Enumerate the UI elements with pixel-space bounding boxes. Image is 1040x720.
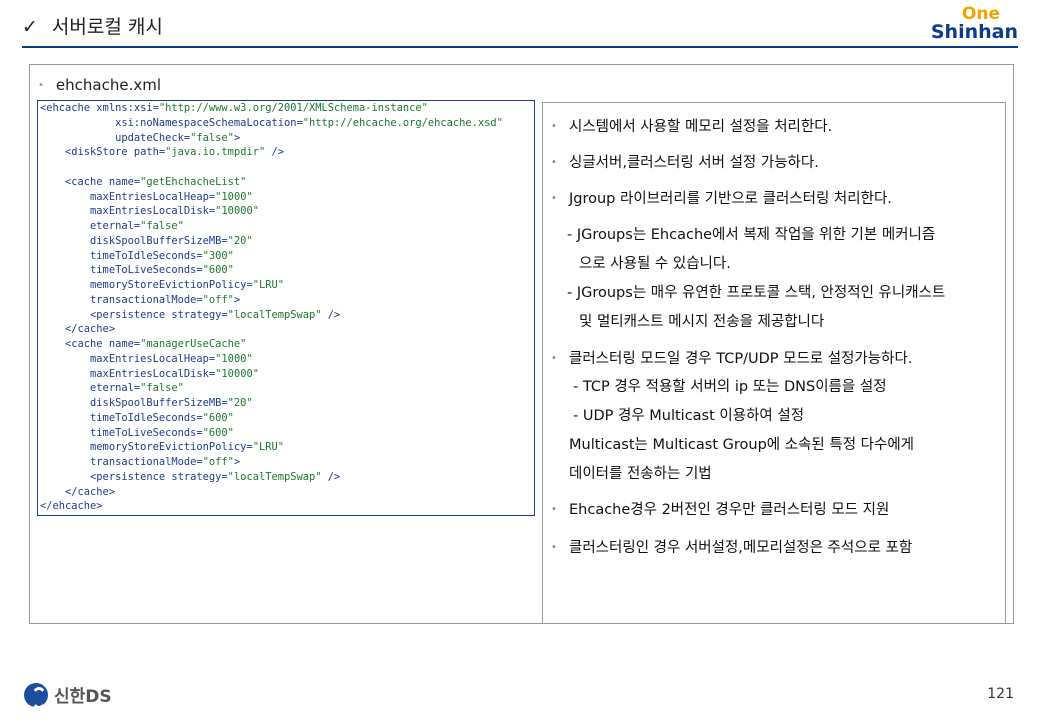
- desc-subitem: 데이터를 전송하는 기법: [569, 466, 712, 482]
- code-line: timeToIdleSeconds="300": [40, 249, 234, 262]
- code-line: <ehcache xmlns:xsi="http://www.w3.org/20…: [40, 102, 428, 114]
- slide-title: ✓ 서버로컬 캐시: [22, 12, 163, 39]
- bullet-icon: •: [551, 542, 557, 553]
- code-line: xsi:noNamespaceSchemaLocation="http://eh…: [40, 116, 503, 129]
- bullet-icon: •: [551, 121, 557, 132]
- code-line: <persistence strategy="localTempSwap" />: [40, 308, 341, 321]
- shinhan-mark-icon: [24, 682, 48, 709]
- code-line: timeToLiveSeconds="600": [40, 264, 234, 277]
- code-line: </ehcache>: [40, 500, 103, 513]
- shinhan-ds-logo: 신한DS: [24, 682, 112, 709]
- slide-title-text: 서버로컬 캐시: [51, 16, 163, 38]
- code-line: diskSpoolBufferSizeMB="20": [40, 397, 253, 409]
- desc-item: 싱글서버,클러스터링 서버 설정 가능하다.: [569, 155, 819, 171]
- desc-subitem: - JGroups는 Ehcache에서 복제 작업을 위한 기본 메커니즘: [567, 227, 936, 243]
- code-line: </cache>: [40, 485, 116, 498]
- file-title-text: ehchache.xml: [55, 76, 161, 94]
- bullet-icon: •: [551, 193, 557, 204]
- code-line: diskSpoolBufferSizeMB="20": [40, 234, 253, 247]
- desc-subitem: - TCP 경우 적용할 서버의 ip 또는 DNS이름을 설정: [573, 379, 887, 395]
- code-line: eternal="false": [40, 382, 184, 395]
- desc-subitem: 및 멀티캐스트 메시지 전송을 제공합니다: [579, 314, 825, 330]
- desc-subitem: Multicast는 Multicast Group에 소속된 특정 다수에게: [569, 437, 915, 453]
- page-number: 121: [987, 686, 1014, 702]
- footer-logo-text: 신한DS: [54, 687, 112, 707]
- desc-item: Jgroup 라이브러리를 기반으로 클러스터링 처리한다.: [569, 191, 892, 207]
- logo-shinhan: Shinhan: [930, 21, 1018, 43]
- header-divider: [22, 46, 1018, 48]
- code-line: <cache name="getEhchacheList": [40, 175, 247, 188]
- code-line: transactionalMode="off">: [40, 456, 241, 468]
- code-line: maxEntriesLocalHeap="1000": [40, 352, 253, 365]
- desc-item: 시스템에서 사용할 메모리 설정을 처리한다.: [569, 119, 833, 135]
- code-line: <cache name="managerUseCache": [40, 338, 247, 350]
- code-line: maxEntriesLocalDisk="10000": [40, 367, 259, 380]
- code-line: maxEntriesLocalDisk="10000": [40, 205, 259, 218]
- bullet-icon: •: [38, 80, 44, 91]
- desc-subitem: 으로 사용될 수 있습니다.: [579, 256, 731, 272]
- code-line: timeToIdleSeconds="600": [40, 411, 234, 424]
- check-icon: ✓: [22, 16, 38, 38]
- code-line: memoryStoreEvictionPolicy="LRU": [40, 279, 284, 291]
- bullet-icon: •: [551, 504, 557, 515]
- code-line: </cache>: [40, 323, 116, 336]
- one-shinhan-logo: One Shinhan: [931, 6, 1018, 42]
- desc-item: Ehcache경우 2버전인 경우만 클러스터링 모드 지원: [569, 502, 890, 518]
- code-line: <persistence strategy="localTempSwap" />: [40, 470, 341, 483]
- desc-subitem: - JGroups는 매우 유연한 프로토콜 스택, 안정적인 유니캐스트: [567, 285, 946, 301]
- description-panel: • 시스템에서 사용할 메모리 설정을 처리한다. • 싱글서버,클러스터링 서…: [542, 102, 1006, 624]
- code-line: memoryStoreEvictionPolicy="LRU": [40, 441, 284, 454]
- desc-item: 클러스터링 모드일 경우 TCP/UDP 모드로 설정가능하다.: [569, 351, 913, 367]
- bullet-icon: •: [551, 353, 557, 364]
- code-line: timeToLiveSeconds="600": [40, 426, 234, 439]
- code-line: <diskStore path="java.io.tmpdir" />: [40, 146, 284, 159]
- code-block: <ehcache xmlns:xsi="http://www.w3.org/20…: [37, 100, 535, 516]
- bullet-icon: •: [551, 157, 557, 168]
- desc-item: 클러스터링인 경우 서버설정,메모리설정은 주석으로 포함: [569, 540, 913, 556]
- code-line: updateCheck="false">: [40, 131, 241, 144]
- file-title: • ehchache.xml: [38, 76, 161, 94]
- code-line: maxEntriesLocalHeap="1000": [40, 190, 253, 203]
- code-line: transactionalMode="off">: [40, 293, 241, 306]
- code-line: eternal="false": [40, 220, 184, 232]
- desc-subitem: - UDP 경우 Multicast 이용하여 설정: [573, 408, 805, 424]
